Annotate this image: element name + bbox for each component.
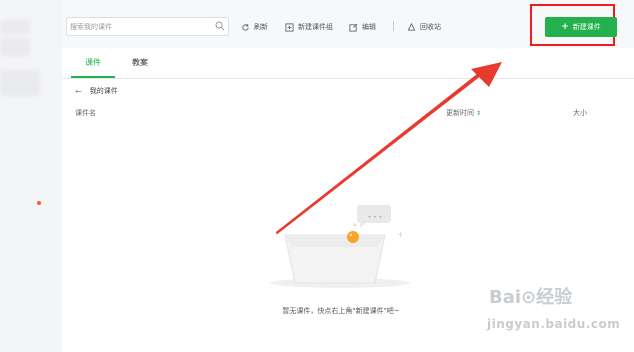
back-arrow-icon[interactable]: ←: [75, 87, 82, 96]
tab-lesson-plan[interactable]: 教案: [132, 57, 148, 68]
watermark-logo: Bai⊙经验: [489, 287, 573, 308]
column-header-time[interactable]: 更新时间 ⇕: [446, 108, 481, 118]
search-input[interactable]: [70, 19, 210, 34]
empty-state-text: 暂无课件，快点右上角"新建课件"吧~: [282, 307, 400, 315]
watermark-url: jingyan.baidu.com: [487, 317, 621, 331]
recycle-icon: [407, 22, 416, 31]
folder-plus-icon: [285, 22, 294, 32]
speech-bubble-dots: • • •: [368, 214, 382, 221]
edit-label: 编辑: [362, 23, 376, 31]
tab-courseware[interactable]: 课件: [71, 57, 115, 78]
edit-button[interactable]: 编辑: [349, 20, 376, 34]
breadcrumb[interactable]: ← 我的课件: [75, 86, 118, 96]
sidebar-placeholder: [0, 70, 40, 96]
refresh-icon: [242, 23, 249, 31]
recycle-bin-button[interactable]: 回收站: [407, 20, 441, 34]
search-icon[interactable]: [215, 21, 225, 31]
edit-icon: [349, 23, 358, 32]
sidebar-placeholder: [0, 20, 30, 34]
column-header-size: 大小: [573, 109, 587, 117]
svg-text:+: +: [397, 230, 404, 239]
tab-bar: 课件 教案: [62, 48, 634, 79]
search-box[interactable]: [66, 17, 229, 36]
new-courseware-label: 新建课件: [572, 23, 601, 31]
notification-dot: [37, 201, 41, 205]
refresh-label: 刷新: [254, 23, 268, 31]
new-courseware-button[interactable]: + 新建课件: [545, 17, 617, 37]
plus-icon: +: [561, 22, 569, 32]
empty-box-illustration: • • • +: [270, 205, 410, 288]
sidebar-placeholder: [0, 38, 30, 56]
new-group-label: 新建课件组: [298, 23, 333, 31]
column-header-time-label: 更新时间: [446, 109, 474, 117]
sort-icon[interactable]: ⇕: [476, 110, 481, 117]
breadcrumb-label: 我的课件: [89, 87, 118, 95]
column-header-name: 课件名: [75, 109, 96, 117]
recycle-label: 回收站: [420, 23, 441, 31]
refresh-button[interactable]: 刷新: [241, 20, 268, 34]
new-group-button[interactable]: 新建课件组: [285, 20, 333, 34]
toolbar-separator: [393, 21, 394, 31]
